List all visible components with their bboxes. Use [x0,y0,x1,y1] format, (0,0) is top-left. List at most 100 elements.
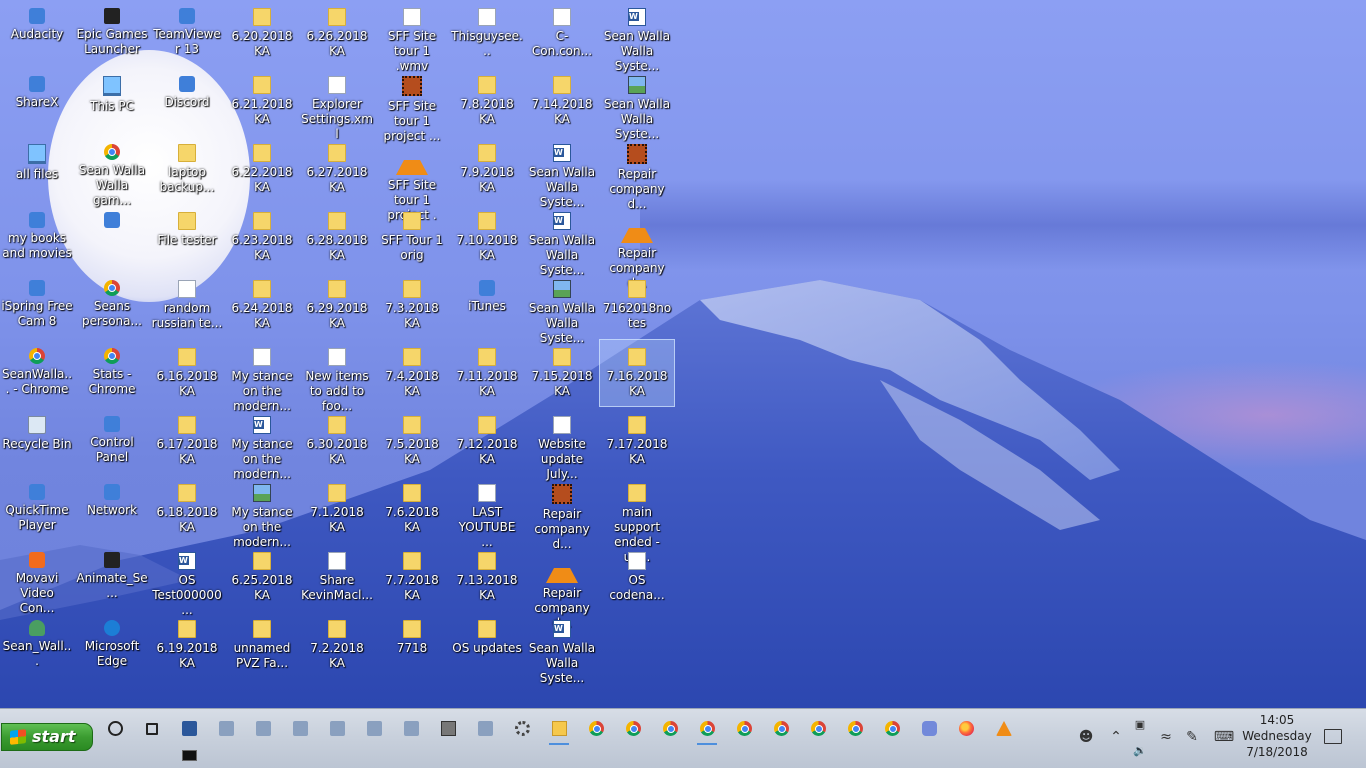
desktop-icon[interactable]: SFF Site tour 1 project . [375,136,449,222]
taskbar-button[interactable] [173,715,205,745]
desktop-icon[interactable]: Thisguysee... [450,0,524,66]
taskbar-button[interactable] [913,715,945,745]
desktop-icon[interactable]: This PC [75,68,149,134]
desktop-icon[interactable]: 6.25.2018 KA [225,544,299,610]
taskbar-button[interactable] [765,715,797,745]
desktop-icon[interactable]: 6.19.2018 KA [150,612,224,678]
desktop-icon[interactable]: Sean Walla Walla Syste... [525,204,599,277]
taskbar-button[interactable] [506,715,538,745]
taskbar-button[interactable] [469,715,501,745]
taskbar-button[interactable] [802,715,834,745]
desktop-icon[interactable]: My stance on the modern... [225,408,299,481]
taskbar-button[interactable] [321,715,353,745]
taskbar-button[interactable] [728,715,760,745]
desktop-icon[interactable]: 7.12.2018 KA [450,408,524,474]
volume-icon[interactable]: 🔉 [1131,743,1149,759]
desktop-icon[interactable]: Sean Walla Walla Syste... [525,136,599,209]
desktop-icon[interactable] [75,204,149,270]
desktop-icon[interactable]: SFF Site tour 1 .wmv [375,0,449,73]
desktop-icon[interactable]: 7.4.2018 KA [375,340,449,406]
taskbar-button[interactable] [136,715,168,745]
start-button[interactable]: start [1,723,93,751]
desktop-icon[interactable]: iSpring Free Cam 8 [0,272,74,338]
taskbar-button[interactable] [950,715,982,745]
taskbar-button[interactable] [99,715,131,745]
taskbar-button[interactable] [617,715,649,745]
action-center-icon[interactable] [1324,729,1342,744]
desktop-icon[interactable]: Animate_Se... [75,544,149,610]
desktop-icon[interactable]: My stance on the modern... [225,476,299,549]
desktop-icon[interactable]: 6.21.2018 KA [225,68,299,134]
desktop-icon[interactable]: TeamViewer 13 [150,0,224,66]
taskbar-button[interactable] [543,715,575,745]
desktop-icon[interactable]: Sean Walla Walla Syste... [600,0,674,73]
desktop-icon[interactable]: Microsoft Edge [75,612,149,678]
desktop-icon[interactable]: main support ended - up... [600,476,674,564]
taskbar-button[interactable] [210,715,242,745]
desktop-icon[interactable]: Stats - Chrome [75,340,149,406]
desktop-icon[interactable]: SFF Tour 1 orig [375,204,449,270]
desktop-icon[interactable]: LAST YOUTUBE ... [450,476,524,549]
desktop-icon[interactable]: 6.23.2018 KA [225,204,299,270]
desktop-icon[interactable]: File tester [150,204,224,270]
desktop-icon[interactable]: Sean Walla Walla Syste... [525,612,599,685]
desktop-icon[interactable]: iTunes [450,272,524,338]
desktop-icon[interactable]: 7.16.2018 KA [599,339,675,407]
desktop-icon[interactable]: 6.30.2018 KA [300,408,374,474]
desktop-icon[interactable]: 7.2.2018 KA [300,612,374,678]
taskbar-button[interactable] [654,715,686,745]
desktop-icon[interactable]: 7.9.2018 KA [450,136,524,202]
desktop-icon[interactable]: Network [75,476,149,542]
desktop-icon[interactable]: random russian te... [150,272,224,338]
desktop-icon[interactable]: Sean Walla Walla gam... [75,136,149,207]
command-prompt-icon[interactable] [182,750,197,761]
desktop-icon[interactable]: 7.1.2018 KA [300,476,374,542]
desktop-icon[interactable]: SFF Site tour 1 project ... [375,68,449,143]
taskbar-button[interactable] [284,715,316,745]
desktop-icon[interactable]: ShareX [0,68,74,134]
taskbar-button[interactable] [432,715,464,745]
wifi-icon[interactable]: ≈ [1157,729,1175,745]
desktop-icon[interactable]: Recycle Bin [0,408,74,474]
taskbar-button[interactable] [358,715,390,745]
desktop-icon[interactable]: 7.14.2018 KA [525,68,599,134]
desktop-icon[interactable]: Sean Walla Walla Syste... [600,68,674,141]
desktop-icon[interactable]: SeanWalla... - Chrome [0,340,74,406]
desktop-icon[interactable]: 7162018notes [600,272,674,338]
desktop-icon[interactable]: Repair company d... [525,476,599,551]
taskbar-button[interactable] [876,715,908,745]
desktop-icon[interactable]: 6.18.2018 KA [150,476,224,542]
desktop-icon[interactable]: unnamed PVZ Fa... [225,612,299,678]
desktop-icon[interactable]: Explorer Settings.xml [300,68,374,141]
desktop-icon[interactable]: 6.22.2018 KA [225,136,299,202]
desktop-icon[interactable]: my books and movies [0,204,74,270]
show-hidden-icons-chevron-icon[interactable]: ⌃ [1107,729,1125,745]
desktop-icon[interactable]: 7.8.2018 KA [450,68,524,134]
desktop-icon[interactable]: Website update July... [525,408,599,481]
desktop-icon[interactable]: 6.24.2018 KA [225,272,299,338]
desktop-icon[interactable]: 7.11.2018 KA [450,340,524,406]
desktop-icon[interactable]: Sean Walla Walla Syste... [525,272,599,345]
desktop-icon[interactable]: 6.29.2018 KA [300,272,374,338]
clock[interactable]: 14:05 Wednesday 7/18/2018 [1232,712,1322,760]
desktop-icon[interactable]: 7.13.2018 KA [450,544,524,610]
desktop-icon[interactable]: Repair company d... [525,544,599,630]
desktop-icon[interactable]: Discord [150,68,224,134]
desktop-icon[interactable]: 7.5.2018 KA [375,408,449,474]
taskbar-button[interactable] [247,715,279,745]
desktop-icon[interactable]: My stance on the modern... [225,340,299,413]
desktop-icon[interactable]: 6.27.2018 KA [300,136,374,202]
desktop-icon[interactable]: OS Test000000... [150,544,224,617]
desktop-icon[interactable]: 7.6.2018 KA [375,476,449,542]
desktop-icon[interactable]: QuickTime Player [0,476,74,542]
desktop-icon[interactable]: 7.15.2018 KA [525,340,599,406]
desktop-icon[interactable]: Sean_Wall... [0,612,74,678]
desktop-icon[interactable]: Repair company d... [600,204,674,290]
desktop-icon[interactable]: New items to add to foo... [300,340,374,413]
desktop-icon[interactable]: 6.16.2018 KA [150,340,224,406]
desktop-icon[interactable]: 6.17.2018 KA [150,408,224,474]
desktop-icon[interactable]: 7.10.2018 KA [450,204,524,270]
desktop-icon[interactable]: Movavi Video Con... [0,544,74,615]
taskbar-button[interactable] [580,715,612,745]
desktop-icon[interactable]: 6.28.2018 KA [300,204,374,270]
